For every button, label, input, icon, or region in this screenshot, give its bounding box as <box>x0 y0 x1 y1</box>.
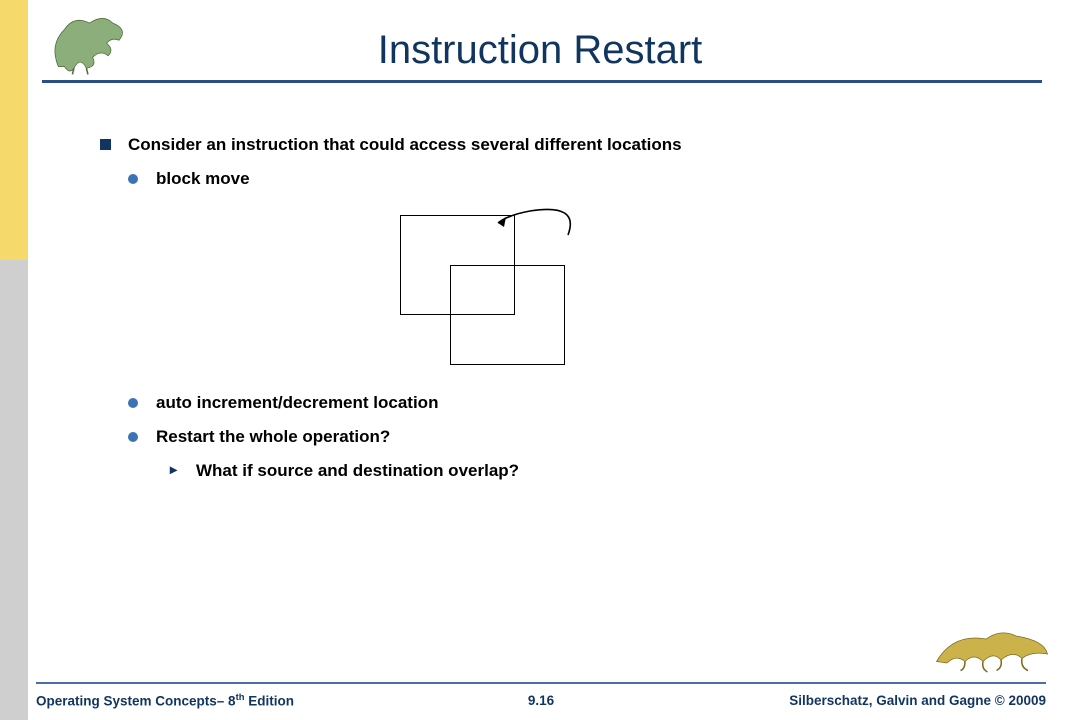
sidebar <box>0 0 28 720</box>
title-rule <box>42 80 1042 83</box>
bullet-level1: Consider an instruction that could acces… <box>100 135 1000 155</box>
dinosaur-bottom-icon <box>932 618 1052 678</box>
bullet-level3: What if source and destination overlap? <box>170 461 1000 481</box>
bullet-level2: Restart the whole operation? <box>128 427 1000 447</box>
slide-title: Instruction Restart <box>0 28 1080 73</box>
block-move-diagram <box>400 215 600 385</box>
bullet-level2: auto increment/decrement location <box>128 393 1000 413</box>
diagram-box-dest <box>450 265 565 365</box>
slide: Instruction Restart Consider an instruct… <box>0 0 1080 720</box>
bullet-level2: block move <box>128 169 1000 189</box>
footer-rule <box>36 682 1046 684</box>
footer-right: Silberschatz, Galvin and Gagne © 20009 <box>789 693 1046 708</box>
sidebar-gray <box>0 260 28 720</box>
diagram-arrow <box>490 197 590 237</box>
